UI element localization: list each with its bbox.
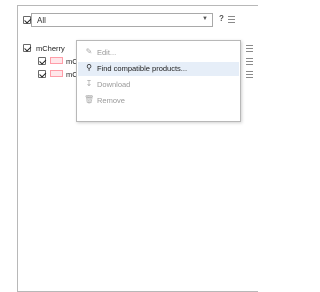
filter-dropdown[interactable]: All ▼ [31, 13, 213, 27]
trash-icon: 🗑 [84, 95, 95, 104]
menu-item-label: Remove [97, 96, 125, 105]
tree-child-checkbox[interactable] [38, 57, 46, 65]
menu-item-remove[interactable]: 🗑 Remove [78, 94, 239, 108]
row-menu-icon[interactable] [246, 45, 253, 52]
filter-selected-value: All [37, 16, 46, 25]
tree-root-label[interactable]: mCherry [36, 44, 65, 53]
menu-icon[interactable] [228, 16, 235, 23]
row-menu-icon[interactable] [246, 58, 253, 65]
menu-item-find-compatible-products[interactable]: ⚲ Find compatible products... [78, 62, 239, 76]
chevron-down-icon[interactable]: ▼ [202, 16, 208, 22]
select-all-checkbox[interactable] [23, 16, 31, 24]
pencil-icon: ✎ [85, 47, 93, 56]
menu-item-label: Edit... [97, 48, 117, 57]
tree-root-checkbox[interactable] [23, 44, 31, 52]
tree-child-checkbox[interactable] [38, 70, 46, 78]
menu-item-label: Download [97, 80, 131, 89]
color-swatch [50, 70, 63, 77]
download-icon: ↧ [85, 79, 93, 88]
menu-item-edit[interactable]: ✎ Edit... [78, 46, 239, 60]
menu-item-label: Find compatible products... [97, 64, 188, 73]
color-swatch [50, 57, 63, 64]
row-menu-icon[interactable] [246, 71, 253, 78]
context-menu: ✎ Edit... ⚲ Find compatible products... … [76, 40, 241, 122]
menu-item-download[interactable]: ↧ Download [78, 78, 239, 92]
help-button[interactable]: ? [219, 14, 224, 23]
search-icon: ⚲ [86, 63, 92, 72]
